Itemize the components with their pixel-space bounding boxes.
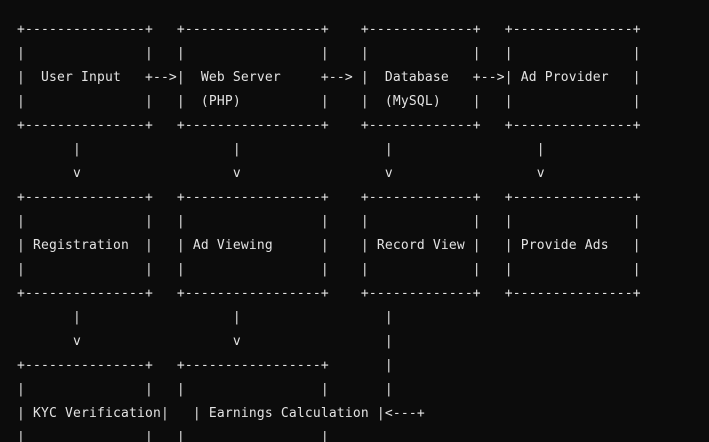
diagram-line: | | | (PHP) | | (MySQL) | | |	[17, 94, 641, 109]
diagram-line: | | | | |	[17, 382, 393, 397]
diagram-line: | Registration | | Ad Viewing | | Record…	[17, 238, 641, 253]
diagram-line: v v v v	[17, 166, 545, 181]
diagram-line: | | | | | | | |	[17, 46, 641, 61]
ascii-flow-diagram: +---------------+ +-----------------+ +-…	[0, 0, 709, 442]
diagram-line: +---------------+ +-----------------+ +-…	[17, 118, 641, 133]
diagram-line: +---------------+ +-----------------+ +-…	[17, 286, 641, 301]
diagram-line: | | |	[17, 310, 393, 325]
diagram-line: +---------------+ +-----------------+ +-…	[17, 190, 641, 205]
diagram-line: | KYC Verification| | Earnings Calculati…	[17, 406, 425, 421]
diagram-line: v v |	[17, 334, 393, 349]
diagram-line: | | | | | | | |	[17, 262, 641, 277]
diagram-line: | User Input +-->| Web Server +--> | Dat…	[17, 70, 641, 85]
diagram-line: +---------------+ +-----------------+ |	[17, 358, 393, 373]
diagram-line: +---------------+ +-----------------+ +-…	[17, 22, 641, 37]
diagram-line: | | | | | | | |	[17, 214, 641, 229]
diagram-line: | | | |	[17, 430, 329, 442]
diagram-line: | | | |	[17, 142, 545, 157]
